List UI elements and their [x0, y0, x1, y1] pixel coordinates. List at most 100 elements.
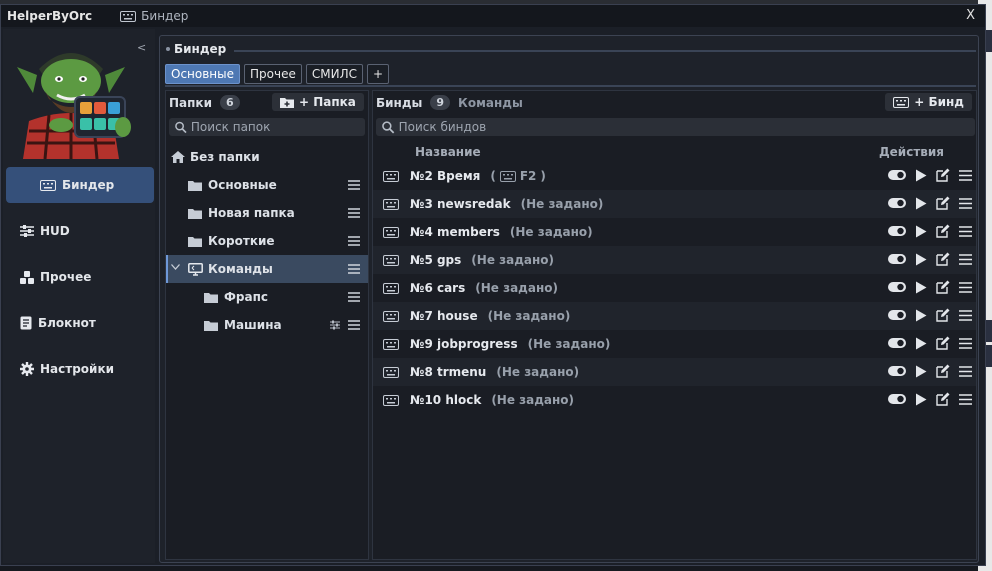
window-tab[interactable]: Биндер — [120, 9, 188, 23]
play-icon[interactable] — [915, 365, 927, 378]
bind-row[interactable]: №10 hlock (Не задано) — [373, 386, 976, 414]
toggle-icon[interactable] — [888, 226, 906, 236]
edit-icon[interactable] — [936, 280, 950, 294]
chevron-down-icon[interactable] — [171, 264, 180, 270]
edit-icon[interactable] — [936, 224, 950, 238]
folder-item-sub[interactable]: Фрапс — [166, 283, 368, 311]
tab-main[interactable]: Основные — [165, 64, 241, 84]
edit-icon[interactable] — [936, 196, 950, 210]
bind-name-group: №2 Время (F2) — [410, 169, 546, 183]
menu-icon[interactable] — [348, 264, 360, 274]
menu-icon[interactable] — [959, 225, 972, 237]
tab-smils[interactable]: СМИЛС — [305, 64, 363, 84]
bind-actions — [888, 336, 972, 350]
toggle-icon[interactable] — [888, 254, 906, 264]
bind-row[interactable]: №4 members (Не задано) — [373, 218, 976, 246]
bind-row[interactable]: №8 trmenu (Не задано) — [373, 358, 976, 386]
menu-icon[interactable] — [959, 281, 972, 293]
toggle-icon[interactable] — [888, 366, 906, 376]
edit-icon[interactable] — [936, 336, 950, 350]
menu-icon[interactable] — [959, 337, 972, 349]
sidebar-item-settings[interactable]: Настройки — [6, 351, 154, 387]
folder-item-none[interactable]: Без папки — [166, 143, 368, 171]
bind-row[interactable]: №3 newsredak (Не задано) — [373, 190, 976, 218]
menu-icon[interactable] — [959, 365, 972, 377]
bind-hotkey: (F2) — [490, 169, 546, 183]
sidebar-item-notebook[interactable]: Блокнот — [6, 305, 154, 341]
menu-icon[interactable] — [348, 320, 360, 330]
toggle-icon[interactable] — [888, 198, 906, 208]
menu-icon[interactable] — [348, 180, 360, 190]
keyboard-icon — [383, 367, 399, 378]
menu-icon[interactable] — [959, 309, 972, 321]
bind-name-group: №3 newsredak (Не задано) — [410, 197, 603, 211]
folder-item[interactable]: Короткие — [166, 227, 368, 255]
bind-actions — [888, 168, 972, 182]
menu-icon[interactable] — [348, 292, 360, 302]
menu-icon[interactable] — [959, 253, 972, 265]
edit-icon[interactable] — [936, 252, 950, 266]
play-icon[interactable] — [915, 281, 927, 294]
menu-icon[interactable] — [348, 208, 360, 218]
sidebar-item-other[interactable]: Прочее — [6, 259, 154, 295]
add-folder-button[interactable]: + Папка — [272, 93, 364, 111]
play-icon[interactable] — [915, 169, 927, 182]
folder-search[interactable] — [169, 118, 365, 136]
bind-search-input[interactable] — [398, 120, 975, 134]
play-icon[interactable] — [915, 337, 927, 350]
add-tab-button[interactable]: + — [366, 64, 390, 84]
menu-icon[interactable] — [959, 169, 972, 181]
bind-actions — [888, 224, 972, 238]
play-icon[interactable] — [915, 225, 927, 238]
menu-icon[interactable] — [959, 197, 972, 209]
sidebar-item-hud[interactable]: HUD — [6, 213, 154, 249]
edit-icon[interactable] — [936, 168, 950, 182]
folder-item[interactable]: Новая папка — [166, 199, 368, 227]
folder-icon — [188, 236, 202, 247]
bind-name: №2 Время — [410, 169, 481, 183]
edit-icon[interactable] — [936, 364, 950, 378]
toggle-icon[interactable] — [888, 394, 906, 404]
close-button[interactable]: X — [966, 8, 975, 23]
bind-row[interactable]: №6 cars (Не задано) — [373, 274, 976, 302]
bind-row[interactable]: №2 Время (F2) — [373, 162, 976, 190]
toggle-icon[interactable] — [888, 310, 906, 320]
play-icon[interactable] — [915, 393, 927, 406]
bind-search[interactable] — [376, 118, 975, 136]
bind-row[interactable]: №5 gps (Не задано) — [373, 246, 976, 274]
sidebar-item-label: HUD — [40, 224, 70, 238]
toggle-icon[interactable] — [888, 338, 906, 348]
bind-name: №10 hlock — [410, 393, 482, 407]
edit-icon[interactable] — [936, 308, 950, 322]
play-icon[interactable] — [915, 253, 927, 266]
folder-item[interactable]: Основные — [166, 171, 368, 199]
section-title: Биндер — [174, 42, 227, 56]
add-bind-button[interactable]: + Бинд — [885, 93, 972, 111]
folder-label: Основные — [208, 178, 277, 192]
menu-icon[interactable] — [959, 393, 972, 405]
folder-plus-icon — [280, 97, 294, 108]
collapse-sidebar-button[interactable]: < — [137, 41, 146, 54]
keyboard-icon — [383, 199, 399, 210]
sidebar-item-binder[interactable]: Биндер — [6, 167, 154, 203]
gear-icon — [20, 362, 34, 376]
bind-name: №4 members — [410, 225, 500, 239]
folder-item-commands[interactable]: Команды — [166, 255, 368, 283]
sidebar: < Биндер HUD Прочее Блокнот Настройки — [3, 29, 155, 563]
menu-icon[interactable] — [348, 236, 360, 246]
edit-icon[interactable] — [936, 392, 950, 406]
toggle-icon[interactable] — [888, 170, 906, 180]
monitor-icon — [188, 262, 203, 276]
play-icon[interactable] — [915, 309, 927, 322]
folder-search-input[interactable] — [190, 120, 365, 134]
tab-other[interactable]: Прочее — [244, 64, 302, 84]
bind-row[interactable]: №9 jobprogress (Не задано) — [373, 330, 976, 358]
toggle-icon[interactable] — [888, 282, 906, 292]
bullet-icon — [166, 47, 170, 51]
sliders-icon[interactable] — [330, 320, 340, 330]
play-icon[interactable] — [915, 197, 927, 210]
section-divider — [234, 50, 976, 52]
bind-row[interactable]: №7 house (Не задано) — [373, 302, 976, 330]
title-bar[interactable]: HelperByOrc Биндер X — [1, 5, 985, 27]
folder-item-sub[interactable]: Машина — [166, 311, 368, 339]
